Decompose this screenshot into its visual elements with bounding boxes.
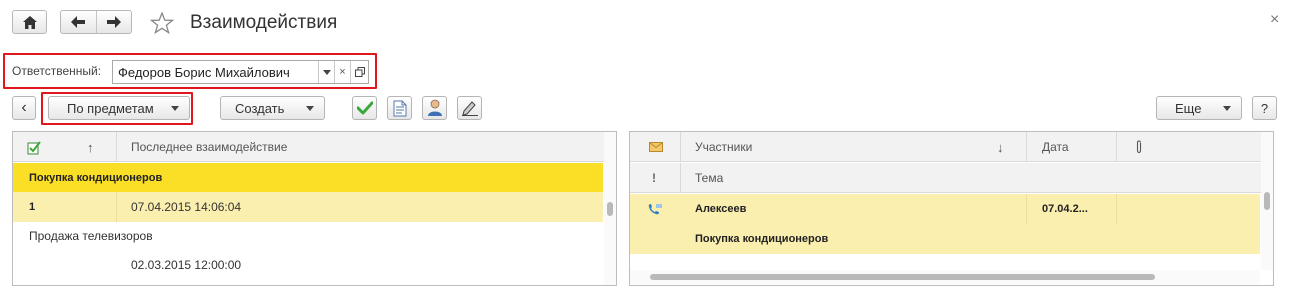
create-label: Создать: [235, 100, 285, 116]
last-interaction-value: 07.04.2015 14:06:04: [131, 200, 242, 214]
interaction-type-cell: [647, 194, 663, 224]
history-nav-group: [60, 10, 132, 34]
favorite-button[interactable]: [149, 11, 175, 37]
scrollbar-thumb[interactable]: [607, 202, 613, 216]
subjects-table-header: ↑ Последнее взаимодействие: [13, 132, 616, 162]
column-header-last-interaction[interactable]: Последнее взаимодействие: [131, 132, 287, 162]
chevron-down-icon: [306, 106, 314, 111]
column-header-participants[interactable]: Участники: [695, 132, 752, 162]
interactions-table: Участники ↓ Дата ! Тема Алексеев 07.04.2…: [629, 131, 1274, 286]
close-icon[interactable]: ×: [1270, 11, 1279, 29]
interactions-table-header: Участники ↓ Дата: [630, 132, 1273, 162]
column-divider: [680, 163, 681, 193]
type-column-icon[interactable]: [649, 132, 663, 162]
column-divider: [116, 132, 117, 162]
header-second-line: ! Тема: [630, 163, 1273, 193]
arrow-right-icon: [106, 16, 121, 28]
open-icon: [354, 67, 365, 77]
participant-value: Алексеев: [695, 203, 747, 215]
check-icon: [356, 101, 373, 115]
attachment-icon: [1136, 140, 1142, 154]
column-header-date[interactable]: Дата: [1042, 132, 1069, 162]
help-label: ?: [1260, 100, 1269, 116]
edit-icon: [461, 101, 478, 116]
sort-ascending-icon[interactable]: ↑: [87, 132, 94, 162]
create-button[interactable]: Создать: [220, 96, 325, 120]
contact-button[interactable]: [422, 96, 447, 120]
grouping-label: По предметам: [67, 100, 154, 116]
scrollbar-thumb[interactable]: [1264, 192, 1270, 210]
arrow-left-icon: [71, 16, 86, 28]
responsible-dropdown-button[interactable]: [318, 61, 334, 83]
chevron-down-icon: [1223, 106, 1231, 111]
table-row[interactable]: Алексеев 07.04.2...: [630, 194, 1260, 224]
more-label: Еще: [1175, 100, 1202, 116]
dropdown-icon: [322, 69, 331, 75]
phone-call-icon: [648, 204, 662, 215]
group-title: Продажа телевизоров: [29, 229, 153, 243]
date-value: 07.04.2...: [1042, 203, 1088, 215]
topic-value: Покупка кондиционеров: [695, 233, 829, 245]
table-row[interactable]: 02.03.2015 12:00:00: [13, 250, 603, 280]
column-divider: [680, 132, 681, 162]
column-divider: [1026, 194, 1027, 224]
column-divider: [116, 192, 117, 222]
home-button[interactable]: [12, 10, 47, 34]
collapse-button[interactable]: ‹: [12, 96, 36, 120]
clear-icon: ×: [339, 66, 346, 78]
chevron-left-icon: ‹: [21, 99, 27, 116]
star-icon: [149, 11, 175, 35]
group-count: 1: [29, 201, 36, 213]
vertical-scrollbar[interactable]: [604, 132, 616, 285]
column-divider: [1116, 194, 1117, 224]
last-interaction-value: 02.03.2015 12:00:00: [131, 258, 242, 272]
responsible-label: Ответственный:: [12, 64, 102, 78]
table-row-group[interactable]: Продажа телевизоров: [13, 221, 603, 251]
chevron-down-icon: [171, 106, 179, 111]
mark-reviewed-button[interactable]: [352, 96, 377, 120]
interaction-icon: [27, 140, 41, 154]
vertical-scrollbar[interactable]: [1261, 132, 1273, 270]
envelope-icon: [649, 142, 663, 152]
page-title: Взаимодействия: [190, 12, 338, 33]
grouping-select[interactable]: По предметам: [48, 96, 190, 120]
interaction-column-icon[interactable]: [27, 132, 42, 162]
attachment-column-icon[interactable]: [1135, 132, 1143, 162]
group-title: Покупка кондиционеров: [29, 172, 163, 184]
document-icon: [393, 100, 406, 116]
responsible-clear-button[interactable]: ×: [334, 61, 350, 83]
help-button[interactable]: ?: [1252, 96, 1277, 120]
responsible-field[interactable]: Федоров Борис Михайлович ×: [112, 60, 369, 84]
table-row[interactable]: 1 07.04.2015 14:06:04: [13, 192, 603, 222]
table-row-topic[interactable]: Покупка кондиционеров: [630, 224, 1260, 254]
subject-button[interactable]: [387, 96, 412, 120]
column-divider: [1026, 132, 1027, 162]
horizontal-scrollbar[interactable]: [630, 270, 1260, 284]
responsible-value[interactable]: Федоров Борис Михайлович: [113, 61, 318, 83]
column-header-topic[interactable]: Тема: [695, 163, 723, 193]
more-button[interactable]: Еще: [1156, 96, 1242, 120]
responsible-open-button[interactable]: [350, 61, 368, 83]
home-icon: [22, 15, 37, 29]
column-divider: [1116, 132, 1117, 162]
subjects-table: ↑ Последнее взаимодействие Покупка конди…: [12, 131, 617, 286]
person-icon: [427, 99, 442, 116]
back-button[interactable]: [61, 11, 97, 33]
forward-button[interactable]: [97, 11, 132, 33]
edit-button[interactable]: [457, 96, 482, 120]
important-column-icon[interactable]: !: [652, 163, 656, 193]
table-row-group[interactable]: Покупка кондиционеров: [13, 163, 603, 193]
sort-descending-icon[interactable]: ↓: [997, 132, 1004, 162]
scrollbar-thumb[interactable]: [650, 274, 1155, 280]
